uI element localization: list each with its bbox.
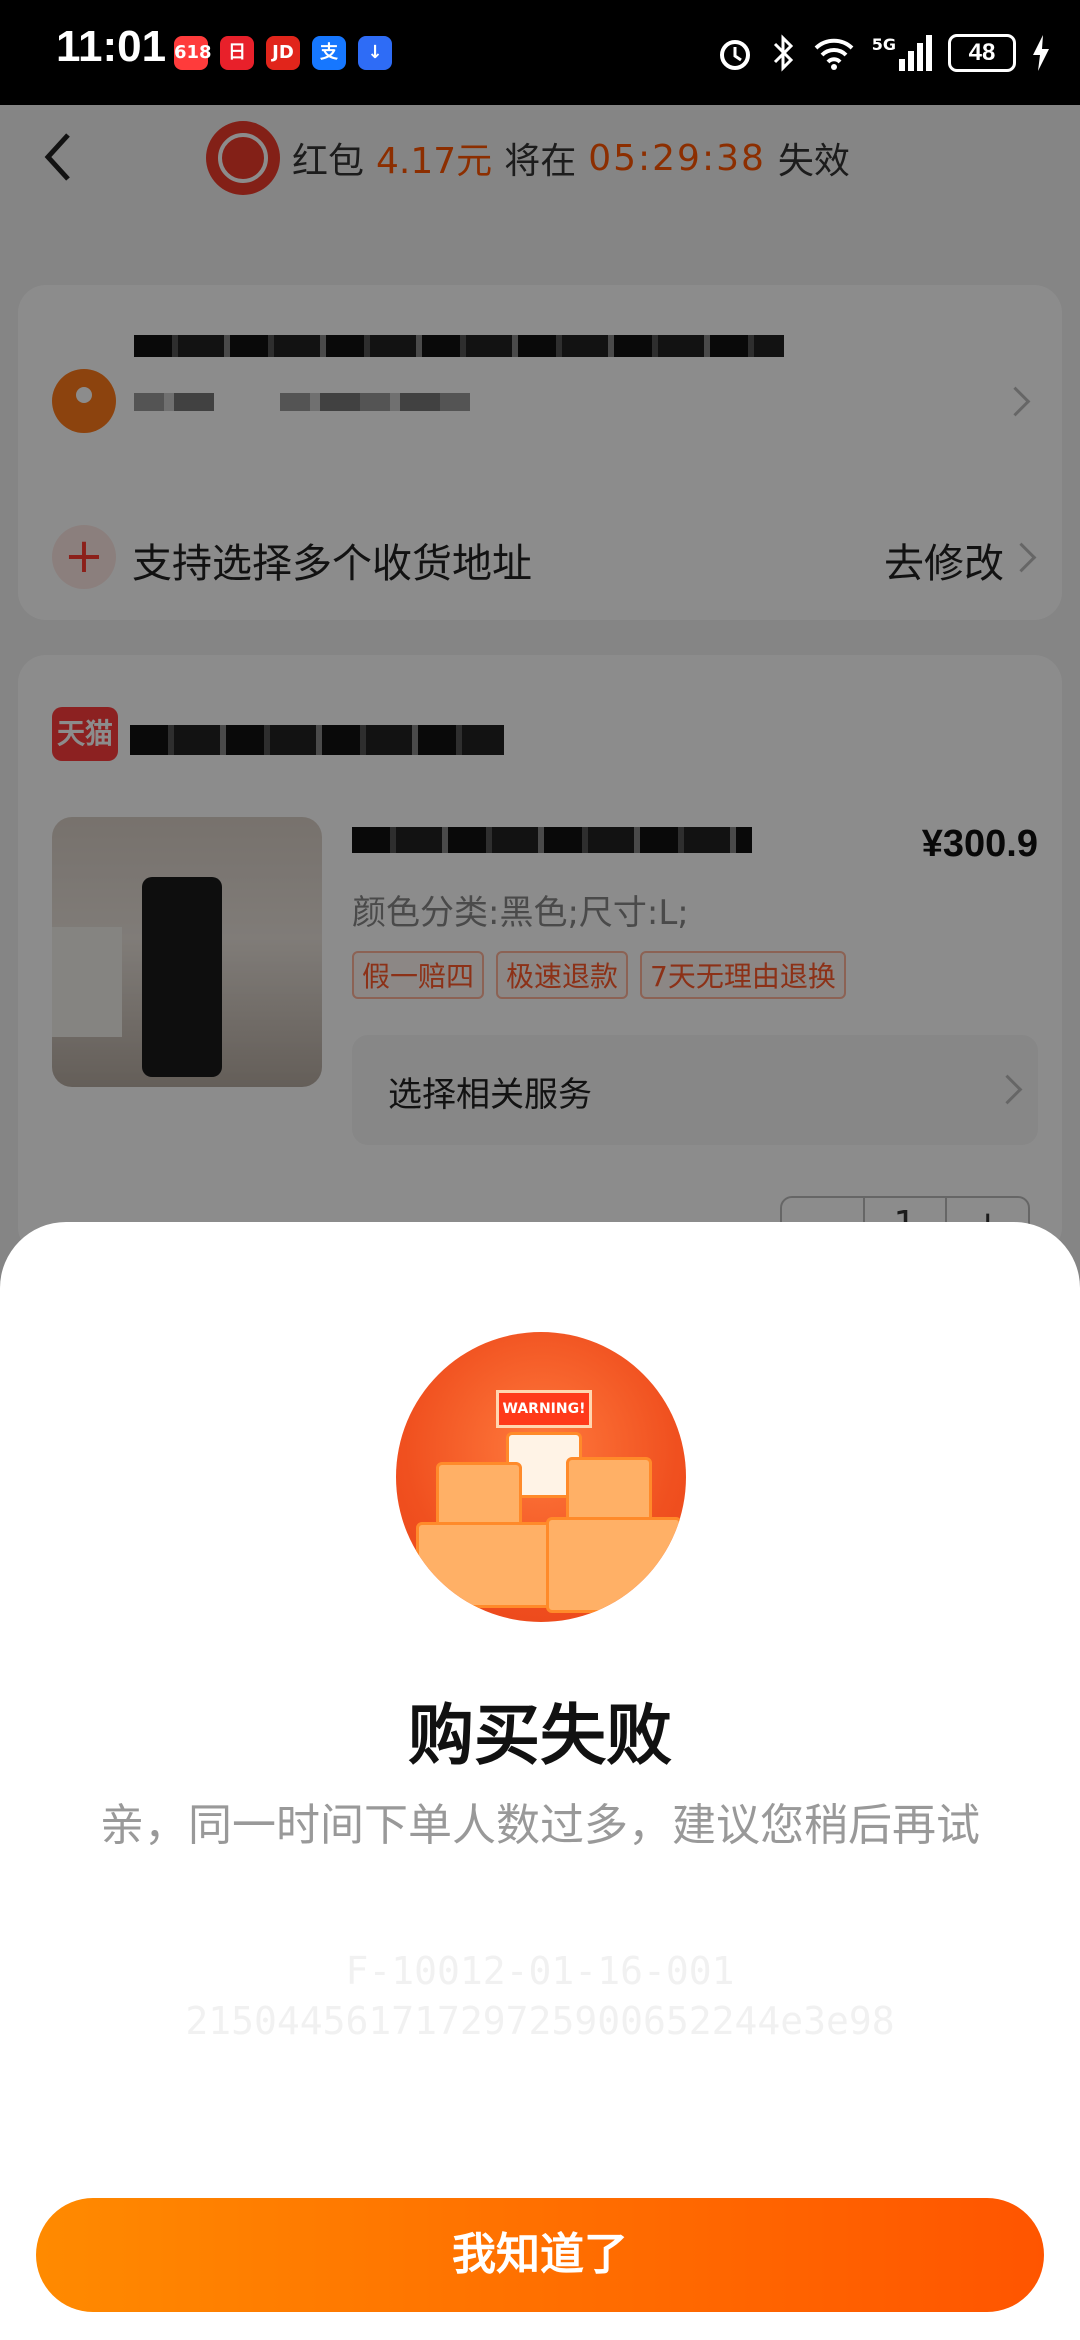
status-icons: 5G 48 bbox=[716, 28, 1050, 78]
network-type: 5G bbox=[871, 35, 896, 54]
status-bar: 11:01 618 日 JD 支 ↓ 5G 48 bbox=[0, 0, 1080, 105]
battery-icon: 48 bbox=[948, 34, 1016, 72]
modal-message: 亲，同一时间下单人数过多，建议您稍后再试 bbox=[100, 1800, 980, 1851]
app-calendar-icon: 日 bbox=[220, 36, 254, 70]
alarm-icon bbox=[719, 40, 750, 70]
purchase-failed-sheet: WARNING! 购买失败 亲，同一时间下单人数过多，建议您稍后再试 F-100… bbox=[0, 1222, 1080, 2340]
warning-truck-illustration: WARNING! bbox=[396, 1332, 686, 1622]
alipay-icon: 支 bbox=[312, 36, 346, 70]
modal-title: 购买失败 bbox=[408, 1697, 672, 1774]
wifi-icon bbox=[814, 38, 854, 70]
error-code-line2: 21504456171729725900652244e3e98 bbox=[185, 1999, 895, 2043]
bluetooth-icon bbox=[773, 34, 793, 72]
error-code-line1: F-10012-01-16-001 bbox=[345, 1949, 735, 1993]
signal-icon: 5G bbox=[872, 35, 932, 71]
charging-icon bbox=[1033, 35, 1049, 71]
warning-sign: WARNING! bbox=[496, 1390, 592, 1428]
app-jd-icon: JD bbox=[266, 36, 300, 70]
acknowledge-button[interactable]: 我知道了 bbox=[36, 2198, 1044, 2312]
app-blue-icon: ↓ bbox=[358, 36, 392, 70]
app-red-icon: 618 bbox=[174, 36, 212, 70]
error-code: F-10012-01-16-001 2150445617172972590065… bbox=[0, 1946, 1080, 2046]
status-time: 11:01 bbox=[56, 22, 167, 71]
